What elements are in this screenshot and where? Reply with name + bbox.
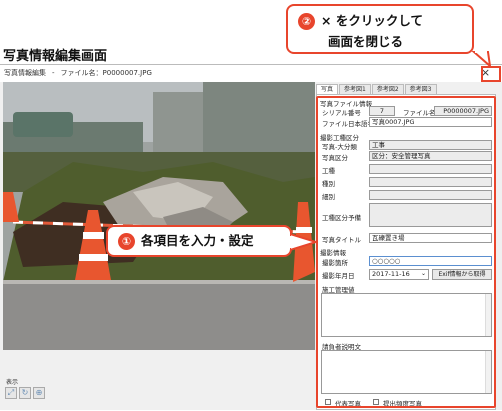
callout-1-text: 各項目を入力・設定 xyxy=(141,233,254,248)
photo-image xyxy=(3,82,315,350)
tab-reference-3[interactable]: 参考図3 xyxy=(404,84,437,94)
page-title: 写真情報編集画面 xyxy=(3,49,108,64)
tab-photo[interactable]: 写真 xyxy=(316,84,339,94)
zoom-icon[interactable]: ⊕ xyxy=(33,387,45,399)
window-title: 写真情報編集 xyxy=(4,69,46,77)
callout-1-arrow xyxy=(290,232,318,252)
display-panel: 表示 ⤢ ↻ ⊕ xyxy=(0,377,316,411)
callout-2-line1: × をクリックして xyxy=(321,13,423,28)
tab-reference-1[interactable]: 参考図1 xyxy=(339,84,371,94)
info-tabs: 写真 参考図1 参考図2 参考図3 xyxy=(316,84,438,94)
step-1-badge: ① xyxy=(118,233,135,250)
form-highlight-frame xyxy=(316,96,496,408)
callout-2-arrow xyxy=(471,50,492,68)
step-2-badge: ② xyxy=(298,13,315,30)
close-highlight-frame xyxy=(481,66,501,82)
window-titlebar: 写真情報編集 - ファイル名：P0000007.JPG xyxy=(0,65,502,82)
tab-reference-2[interactable]: 参考図2 xyxy=(371,84,404,94)
callout-close-window: ② × をクリックして 画面を閉じる xyxy=(286,4,474,54)
fit-view-icon[interactable]: ⤢ xyxy=(5,387,17,399)
display-label: 表示 xyxy=(6,379,19,386)
window-filename: ファイル名：P0000007.JPG xyxy=(60,69,152,77)
rotate-icon[interactable]: ↻ xyxy=(19,387,31,399)
callout-2-line2: 画面を閉じる xyxy=(328,34,404,49)
photo-preview xyxy=(3,82,315,350)
callout-input-items: ① 各項目を入力・設定 xyxy=(106,225,292,257)
